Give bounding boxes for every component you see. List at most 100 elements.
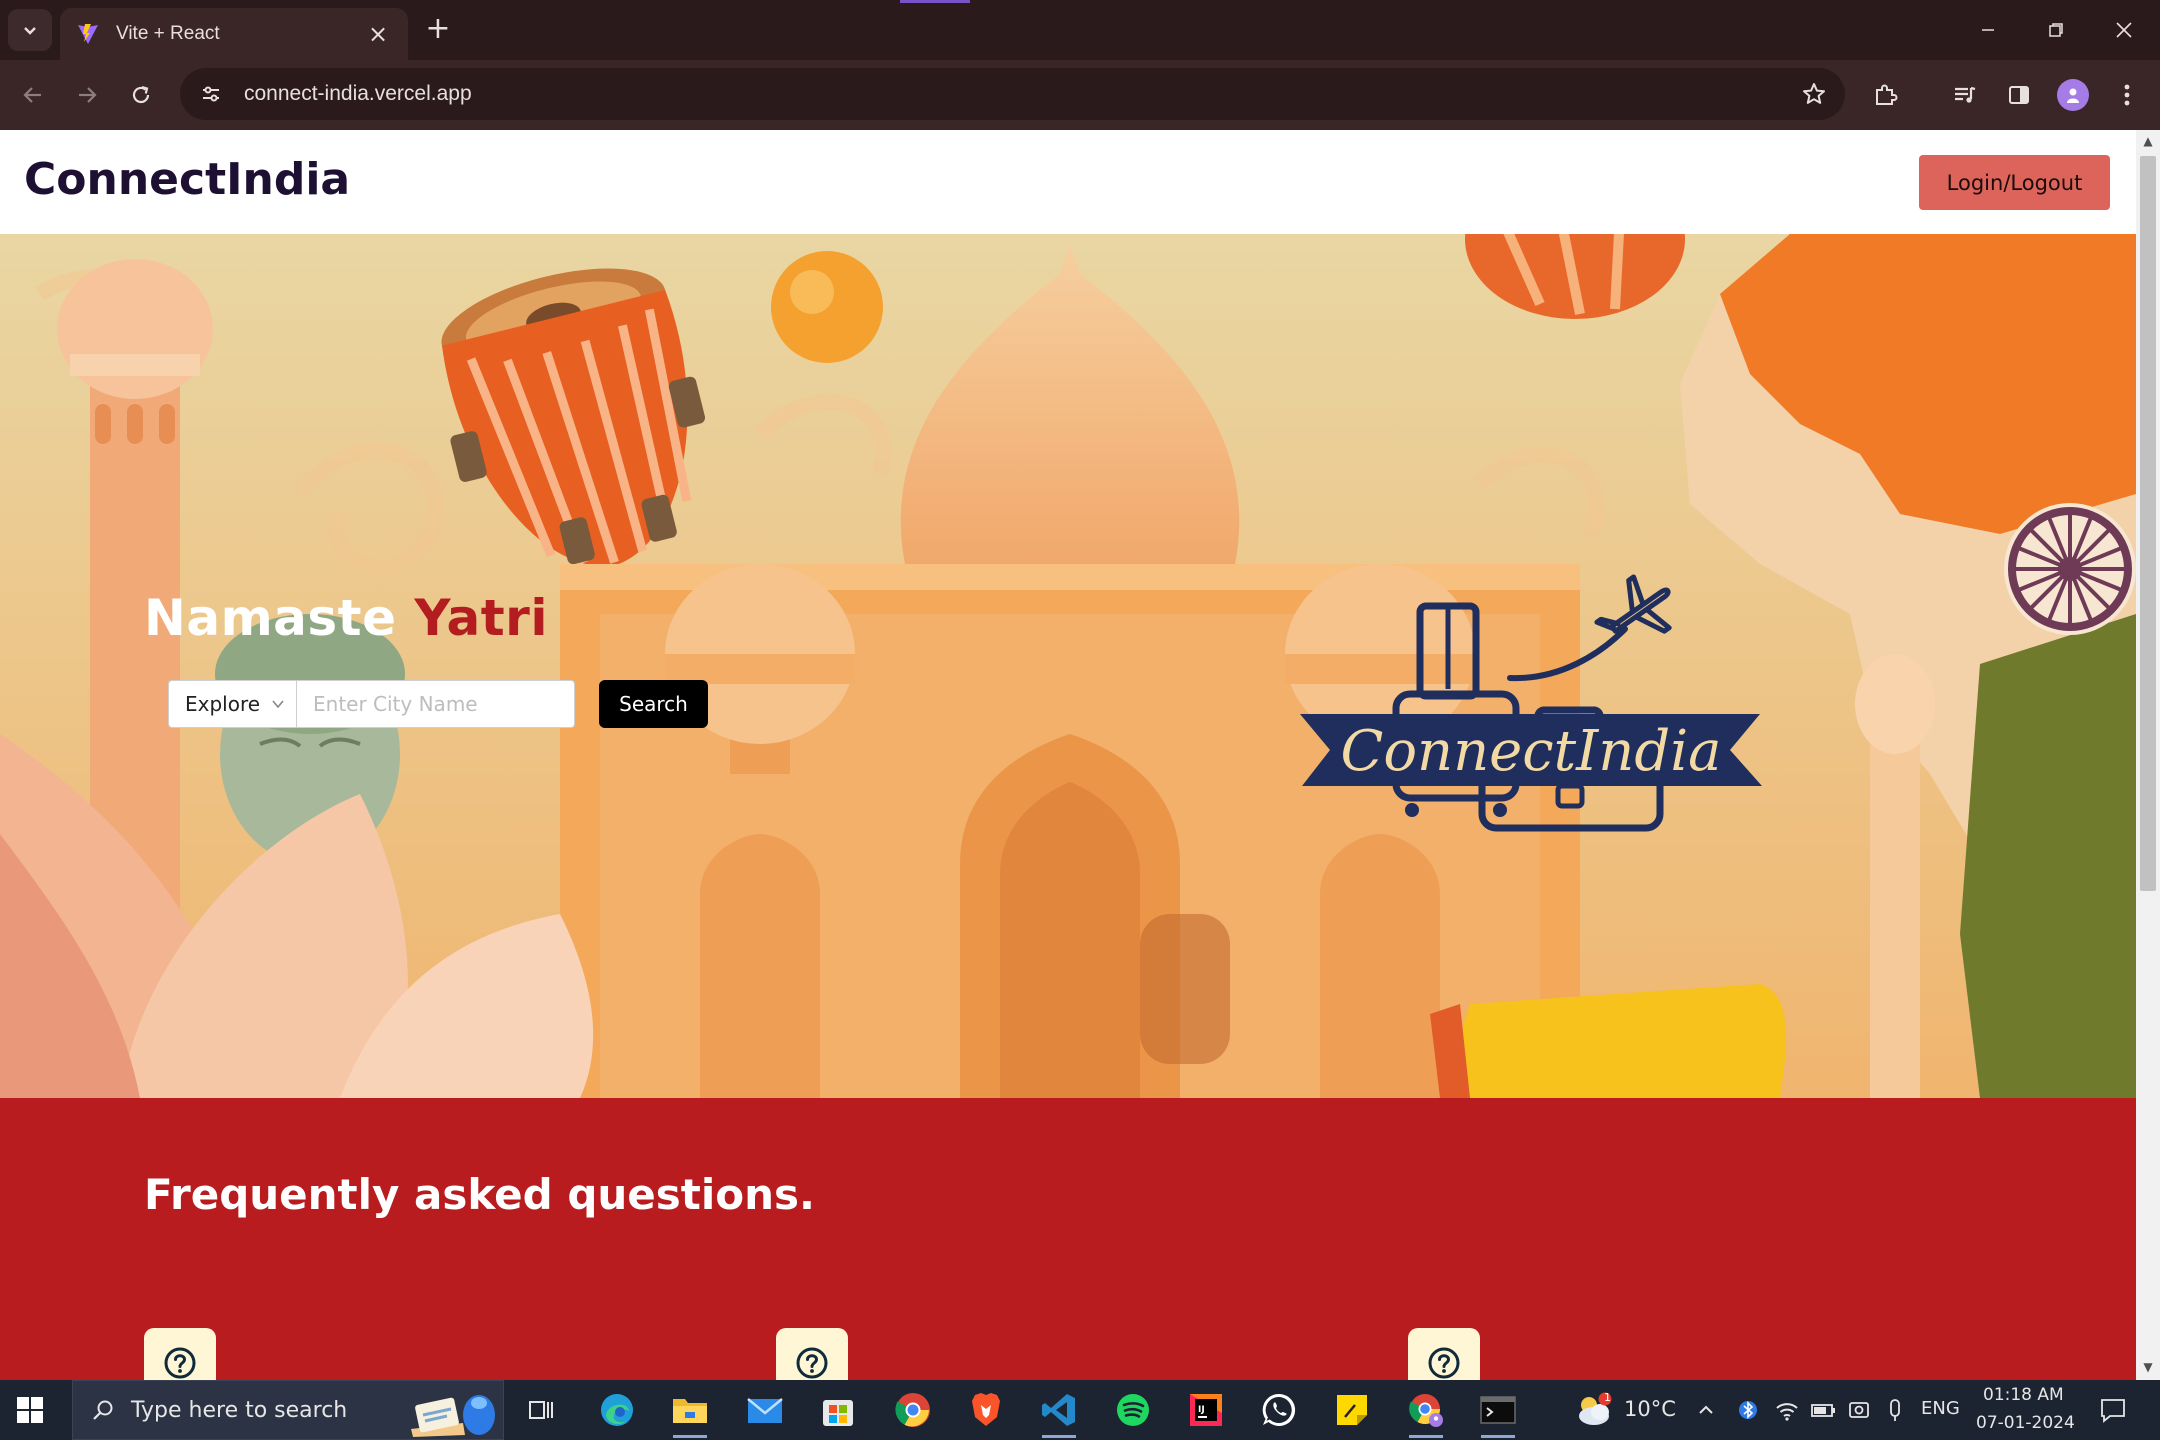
side-panel-icon xyxy=(2009,86,2029,104)
taskbar-file-explorer[interactable] xyxy=(667,1388,713,1438)
battery-icon xyxy=(1811,1404,1835,1417)
minimize-button[interactable] xyxy=(1960,10,2016,50)
show-hidden-icons-button[interactable] xyxy=(1691,1388,1721,1432)
browser-tab-bar: Vite + React × + xyxy=(0,0,2160,60)
weather-alert-badge: 1 xyxy=(1604,1391,1611,1404)
hero-greeting: Namaste Yatri xyxy=(144,589,548,647)
svg-text:IJ: IJ xyxy=(1198,1405,1205,1415)
taskbar-mail[interactable] xyxy=(742,1388,788,1432)
network-tray-icon[interactable] xyxy=(1770,1388,1804,1432)
reload-button[interactable] xyxy=(120,74,162,116)
clock-time[interactable]: 01:18 AM xyxy=(1983,1385,2064,1405)
new-tab-button[interactable]: + xyxy=(420,12,456,48)
windows-start-icon[interactable] xyxy=(14,1394,46,1426)
taskbar-brave[interactable] xyxy=(963,1388,1009,1432)
profile-icon xyxy=(2067,88,2079,103)
scrollbar-thumb[interactable] xyxy=(2140,156,2156,891)
browser-tab[interactable]: Vite + React × xyxy=(60,8,408,60)
close-icon xyxy=(2116,22,2132,38)
address-bar[interactable]: connect-india.vercel.app xyxy=(180,68,1845,120)
weather-widget[interactable]: 1 xyxy=(1571,1388,1617,1432)
faq-card[interactable] xyxy=(144,1328,216,1380)
task-view-icon xyxy=(529,1401,553,1419)
browser-toolbar: connect-india.vercel.app xyxy=(0,60,2160,130)
taskbar-sticky-notes[interactable] xyxy=(1329,1388,1375,1432)
puzzle-icon xyxy=(1876,84,1898,105)
tab-close-icon[interactable]: × xyxy=(364,20,392,48)
intellij-icon: IJ xyxy=(1190,1394,1222,1426)
wifi-icon xyxy=(1776,1403,1798,1421)
chrome-icon xyxy=(895,1393,930,1427)
store-icon xyxy=(823,1400,853,1426)
tab-title: Vite + React xyxy=(116,23,220,44)
taskbar-vscode[interactable] xyxy=(1036,1388,1082,1438)
spotify-icon xyxy=(1117,1394,1149,1426)
tab-group-indicator xyxy=(900,0,970,3)
temperature-text: 10°C xyxy=(1624,1397,1676,1421)
terminal-icon xyxy=(1480,1396,1516,1424)
restore-button[interactable] xyxy=(2028,10,2084,50)
avatar xyxy=(2057,79,2089,111)
extensions-button[interactable] xyxy=(1864,74,1906,116)
arrow-right-icon xyxy=(79,87,97,103)
question-circle-icon xyxy=(164,1347,196,1379)
media-controls-button[interactable] xyxy=(1944,74,1986,116)
taskbar-chrome[interactable] xyxy=(890,1388,936,1432)
taskbar-terminal[interactable] xyxy=(1475,1388,1521,1438)
notification-icon xyxy=(2101,1399,2125,1423)
close-window-button[interactable] xyxy=(2096,10,2152,50)
folder-icon xyxy=(673,1399,707,1423)
faq-card[interactable] xyxy=(1408,1328,1480,1380)
taskbar-whatsapp[interactable] xyxy=(1256,1388,1302,1432)
search-button[interactable]: Search xyxy=(599,680,708,728)
bluetooth-tray-icon[interactable] xyxy=(1733,1388,1763,1432)
city-name-input[interactable] xyxy=(297,680,575,728)
chrome-profile-icon xyxy=(1409,1394,1443,1427)
taskbar-search-box[interactable]: Type here to search xyxy=(72,1380,504,1440)
restore-icon xyxy=(2049,23,2063,37)
bookmark-button[interactable] xyxy=(1797,77,1831,111)
bluetooth-icon xyxy=(1739,1401,1757,1419)
taskbar-chrome-profile[interactable] xyxy=(1403,1388,1449,1438)
site-header: ConnectIndia Login/Logout xyxy=(0,130,2136,234)
star-icon xyxy=(1803,83,1825,104)
volume-tray-icon[interactable] xyxy=(1878,1388,1912,1432)
tab-search-button[interactable] xyxy=(8,9,52,51)
page-scrollbar[interactable]: ▲ ▼ xyxy=(2136,130,2160,1380)
question-circle-icon xyxy=(1428,1347,1460,1379)
taskbar-store[interactable] xyxy=(815,1388,861,1432)
scroll-up-arrow-icon[interactable]: ▲ xyxy=(2136,134,2160,152)
forward-button[interactable] xyxy=(66,74,108,116)
login-logout-button[interactable]: Login/Logout xyxy=(1919,155,2110,210)
camera-icon xyxy=(1849,1402,1869,1418)
back-button[interactable] xyxy=(12,74,54,116)
taskbar-spotify[interactable] xyxy=(1110,1388,1156,1432)
vite-favicon-icon xyxy=(78,24,98,44)
explore-dropdown-label: Explore xyxy=(185,692,261,716)
notification-center-button[interactable] xyxy=(2090,1388,2136,1432)
tune-icon xyxy=(203,86,219,102)
taskbar-edge[interactable] xyxy=(594,1388,640,1432)
taskbar-intellij[interactable]: IJ xyxy=(1183,1388,1229,1432)
question-circle-icon xyxy=(796,1347,828,1379)
browser-menu-button[interactable] xyxy=(2106,74,2148,116)
whatsapp-icon xyxy=(1262,1393,1296,1426)
clock-date[interactable]: 07-01-2024 xyxy=(1976,1413,2075,1433)
site-info-button[interactable] xyxy=(194,77,228,111)
profile-button[interactable] xyxy=(2052,74,2094,116)
task-view-button[interactable] xyxy=(518,1388,564,1432)
more-vertical-icon xyxy=(2124,84,2130,106)
input-language[interactable]: ENG xyxy=(1921,1398,1960,1419)
meet-now-tray-icon[interactable] xyxy=(1842,1388,1876,1432)
faq-heading: Frequently asked questions. xyxy=(144,1170,815,1219)
hero-illustration xyxy=(0,234,2136,1098)
chevron-up-icon xyxy=(1699,1405,1713,1414)
site-brand[interactable]: ConnectIndia xyxy=(24,154,350,205)
faq-card[interactable] xyxy=(776,1328,848,1380)
battery-tray-icon[interactable] xyxy=(1806,1388,1840,1432)
city-search-form: Explore xyxy=(168,680,575,728)
explore-dropdown[interactable]: Explore xyxy=(168,680,297,728)
scroll-down-arrow-icon[interactable]: ▼ xyxy=(2136,1360,2160,1378)
side-panel-button[interactable] xyxy=(1998,74,2040,116)
mail-icon xyxy=(747,1398,783,1423)
